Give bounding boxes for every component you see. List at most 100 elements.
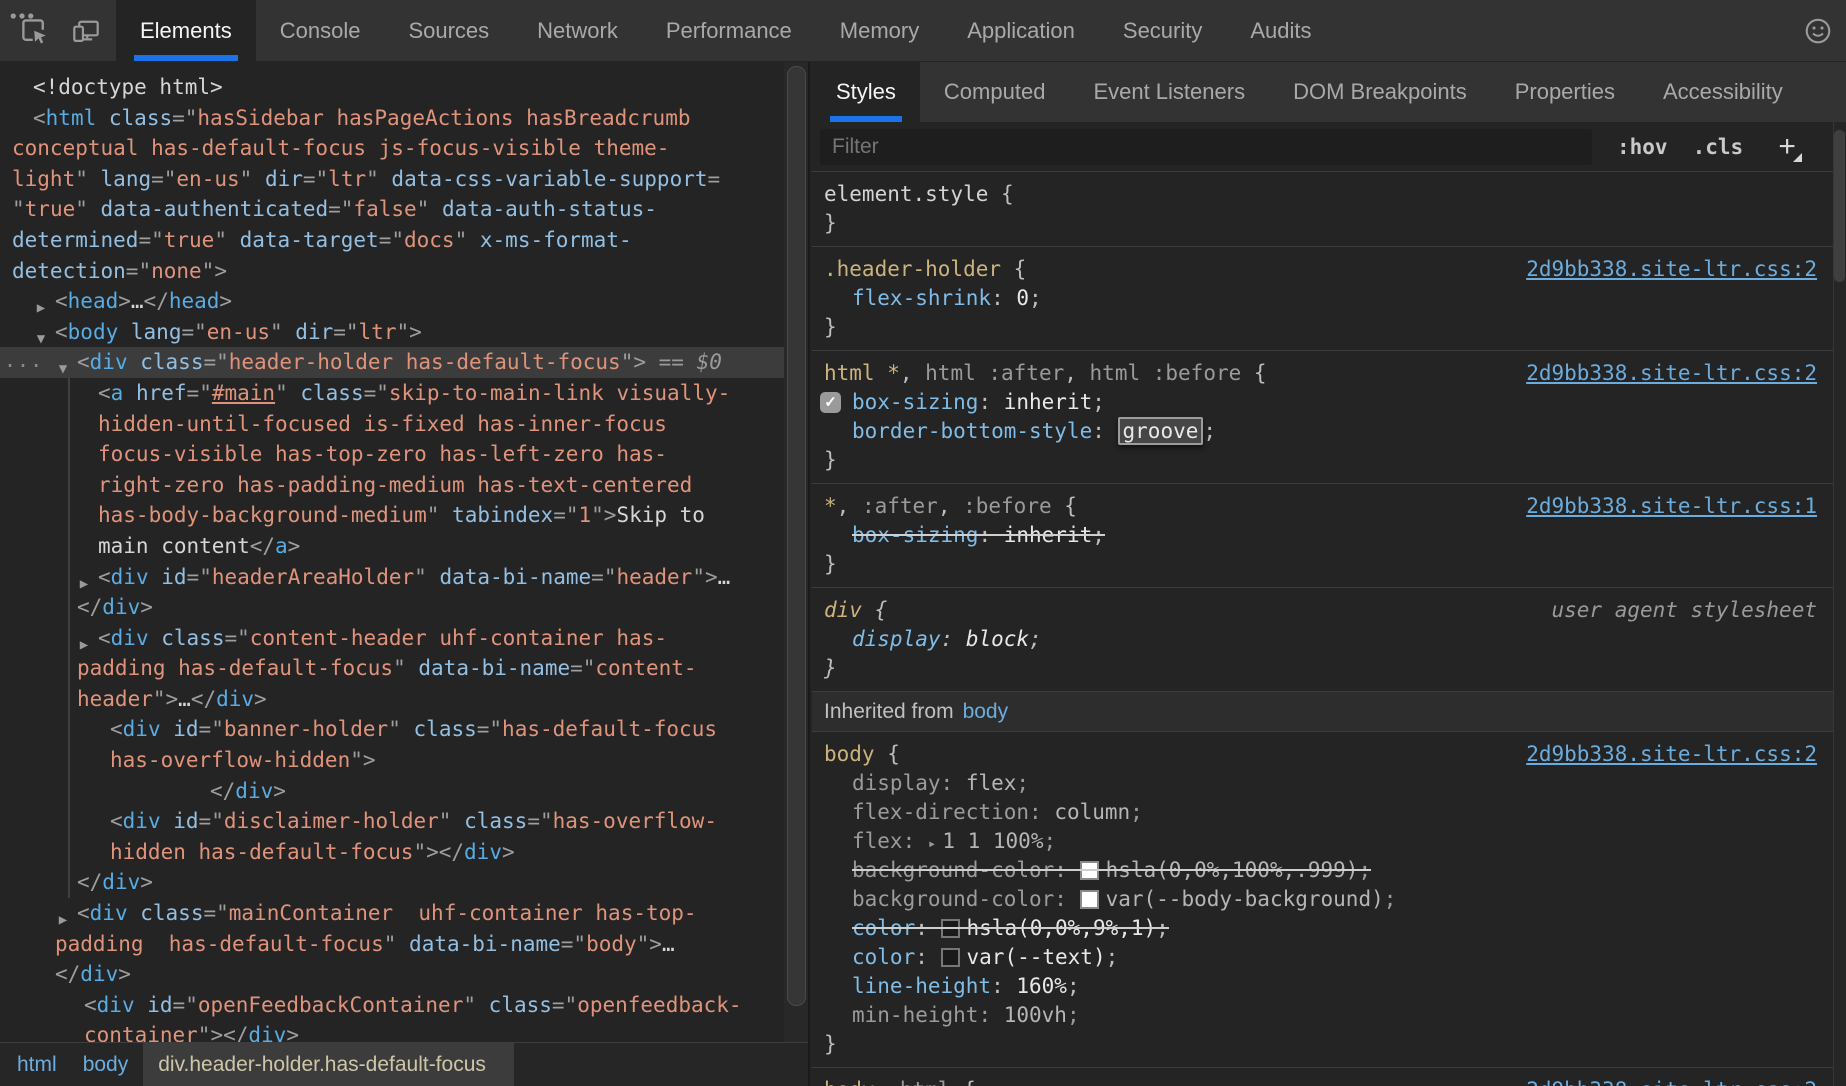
property-value[interactable]: hsla(0,0%,100%,.999) <box>1106 858 1359 882</box>
property-name[interactable]: background-color <box>852 858 1054 882</box>
css-property[interactable]: display: flex; <box>812 769 1833 798</box>
property-value[interactable]: inherit <box>1004 523 1093 547</box>
new-style-rule-button[interactable]: + <box>1769 129 1805 165</box>
dom-tree-line[interactable]: conceptual has-default-focus js-focus-vi… <box>0 133 784 164</box>
property-value[interactable]: var(--body-background) <box>1106 887 1384 911</box>
property-value[interactable]: flex <box>966 771 1017 795</box>
dom-tree-line-selected[interactable]: ...▼<div class="header-holder has-defaul… <box>0 347 784 378</box>
dom-tree-line[interactable]: determined="true" data-target="docs" x-m… <box>0 225 784 256</box>
stylesheet-link[interactable]: 2d9bb338.site-ltr.css:1 <box>1526 492 1817 521</box>
property-name[interactable]: flex-direction <box>852 800 1029 824</box>
property-name[interactable]: color <box>852 945 915 969</box>
property-value[interactable]: 100vh <box>1004 1003 1067 1027</box>
sidebar-tab-computed[interactable]: Computed <box>920 62 1070 122</box>
property-value[interactable]: var(--text) <box>967 945 1106 969</box>
smiley-icon[interactable] <box>1800 13 1836 49</box>
property-name[interactable]: flex-shrink <box>852 286 991 310</box>
dom-tree-line[interactable]: has-overflow-hidden"> <box>0 745 784 776</box>
dom-tree-line[interactable]: </div> <box>0 959 784 990</box>
dom-tree-line[interactable]: <div id="banner-holder" class="has-defau… <box>0 714 784 745</box>
tab-sources[interactable]: Sources <box>384 0 513 61</box>
color-swatch[interactable] <box>1080 890 1099 909</box>
css-property[interactable]: flex: ▸1 1 100%; <box>812 827 1833 856</box>
css-property[interactable]: color: var(--text); <box>812 943 1833 972</box>
dom-tree-line[interactable]: </div> <box>0 592 784 623</box>
property-name[interactable]: background-color <box>852 887 1054 911</box>
property-checkbox[interactable]: ✓ <box>820 392 841 413</box>
toggle-hover-state-button[interactable]: :hov <box>1617 135 1668 159</box>
dom-tree-line[interactable]: padding has-default-focus" data-bi-name=… <box>0 929 784 960</box>
color-swatch[interactable] <box>941 948 960 967</box>
tab-security[interactable]: Security <box>1099 0 1226 61</box>
dom-tree-line[interactable]: <div id="disclaimer-holder" class="has-o… <box>0 806 784 837</box>
tab-audits[interactable]: Audits <box>1226 0 1335 61</box>
property-name[interactable]: color <box>852 916 915 940</box>
dom-tree-line[interactable]: detection="none"> <box>0 256 784 287</box>
property-name[interactable]: min-height <box>852 1003 978 1027</box>
dom-tree-line[interactable]: <!doctype html> <box>0 72 784 103</box>
styles-filter-input[interactable] <box>820 129 1592 165</box>
property-value[interactable]: 160% <box>1016 974 1067 998</box>
tab-elements[interactable]: Elements <box>116 0 256 61</box>
dom-tree-line[interactable]: </div> <box>0 776 784 807</box>
styles-scrollbar-track[interactable] <box>1833 122 1846 1086</box>
css-property[interactable]: line-height: 160%; <box>812 972 1833 1001</box>
color-swatch[interactable] <box>941 919 960 938</box>
dom-tree-line[interactable]: has-body-background-medium" tabindex="1"… <box>0 500 784 531</box>
dom-scrollbar-track[interactable] <box>784 62 808 1042</box>
dom-tree-line[interactable]: light" lang="en-us" dir="ltr" data-css-v… <box>0 164 784 195</box>
dom-tree-line[interactable]: <div id="openFeedbackContainer" class="o… <box>0 990 784 1021</box>
property-value[interactable]: block <box>966 627 1029 651</box>
tab-performance[interactable]: Performance <box>642 0 816 61</box>
stylesheet-link[interactable]: 2d9bb338.site-ltr.css:2 <box>1526 255 1817 284</box>
sidebar-tab-properties[interactable]: Properties <box>1491 62 1639 122</box>
tab-memory[interactable]: Memory <box>816 0 943 61</box>
property-value[interactable]: column <box>1054 800 1130 824</box>
css-property[interactable]: box-sizing: inherit; <box>812 521 1833 550</box>
css-property[interactable]: flex-shrink: 0; <box>812 284 1833 313</box>
toggle-class-button[interactable]: .cls <box>1693 135 1744 159</box>
sidebar-tab-styles[interactable]: Styles <box>812 62 920 122</box>
shorthand-expand-icon[interactable]: ▸ <box>928 836 936 852</box>
property-value[interactable]: groove <box>1123 419 1199 443</box>
sidebar-tab-event-listeners[interactable]: Event Listeners <box>1069 62 1269 122</box>
device-toolbar-icon[interactable] <box>68 13 104 49</box>
property-value[interactable]: inherit <box>1004 390 1093 414</box>
dom-tree-line[interactable]: ▼<body lang="en-us" dir="ltr"> <box>0 317 784 348</box>
css-property[interactable]: display: block; <box>812 625 1833 654</box>
property-value[interactable]: 0 <box>1016 286 1029 310</box>
dom-tree-line[interactable]: </div> <box>0 867 784 898</box>
dom-tree-line[interactable]: ▶<div id="headerAreaHolder" data-bi-name… <box>0 562 784 593</box>
overflow-menu-icon[interactable] <box>4 0 40 34</box>
dom-tree-line[interactable]: header">…</div> <box>0 684 784 715</box>
dom-tree-line[interactable]: <html class="hasSidebar hasPageActions h… <box>0 103 784 134</box>
sidebar-tab-accessibility[interactable]: Accessibility <box>1639 62 1807 122</box>
css-property[interactable]: background-color: var(--body-background)… <box>812 885 1833 914</box>
stylesheet-link[interactable]: 2d9bb338.site-ltr.css:2 <box>1526 740 1817 769</box>
tab-console[interactable]: Console <box>256 0 385 61</box>
property-value[interactable]: hsla(0,0%,9%,1) <box>967 916 1157 940</box>
dom-tree-line[interactable]: "true" data-authenticated="false" data-a… <box>0 194 784 225</box>
color-swatch[interactable] <box>1080 861 1099 880</box>
dom-tree-line[interactable]: <a href="#main" class="skip-to-main-link… <box>0 378 784 409</box>
dom-tree-line[interactable]: main content</a> <box>0 531 784 562</box>
property-name[interactable]: display <box>852 627 941 651</box>
styles-scrollbar-thumb[interactable] <box>1834 130 1845 282</box>
property-name[interactable]: line-height <box>852 974 991 998</box>
property-name[interactable]: display <box>852 771 941 795</box>
dom-tree-line[interactable]: hidden has-default-focus"></div> <box>0 837 784 868</box>
breadcrumb-item-html[interactable]: html <box>0 1043 70 1086</box>
sidebar-tab-dom-breakpoints[interactable]: DOM Breakpoints <box>1269 62 1491 122</box>
dom-tree-line[interactable]: right-zero has-padding-medium has-text-c… <box>0 470 784 501</box>
tab-application[interactable]: Application <box>943 0 1099 61</box>
property-name[interactable]: box-sizing <box>852 523 978 547</box>
inherited-node-link[interactable]: body <box>963 697 1009 726</box>
css-property[interactable]: color: hsla(0,0%,9%,1); <box>812 914 1833 943</box>
dom-tree-line[interactable]: ▶<head>…</head> <box>0 286 784 317</box>
breadcrumb-item-body[interactable]: body <box>70 1043 142 1086</box>
dom-tree-line[interactable]: ▶<div class="mainContainer uhf-container… <box>0 898 784 929</box>
dom-scrollbar-thumb[interactable] <box>787 66 806 1006</box>
property-name[interactable]: border-bottom-style <box>852 419 1092 443</box>
css-property[interactable]: flex-direction: column; <box>812 798 1833 827</box>
overflow-dots[interactable]: ... <box>4 345 43 376</box>
